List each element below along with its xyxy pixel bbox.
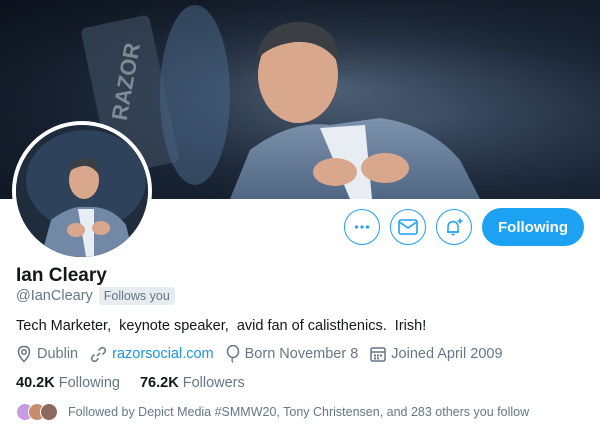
followers-count: 76.2K: [139, 375, 179, 391]
avatar-image: [16, 125, 148, 257]
link-icon: [91, 346, 107, 362]
location-item: Dublin: [16, 345, 78, 363]
website-link[interactable]: razorsocial.com: [112, 346, 214, 362]
profile-name: Ian Cleary: [16, 265, 107, 286]
balloon-icon: [226, 345, 239, 363]
website-item: razorsocial.com: [90, 346, 214, 363]
more-button[interactable]: [344, 209, 381, 245]
mutual-avatars: [16, 403, 58, 421]
follows-you-badge: Follows you: [98, 287, 175, 305]
bell-plus-icon: [447, 218, 463, 236]
more-icon: [354, 225, 370, 229]
profile-meta: Dublin razorsocial.com Born November 8 J…: [16, 345, 515, 363]
profile-actions: Following: [344, 208, 584, 246]
followers-label: Followers: [182, 375, 245, 391]
avatar[interactable]: [12, 121, 152, 261]
followers-stat[interactable]: 76.2K Followers: [140, 375, 245, 391]
following-button[interactable]: Following: [482, 208, 584, 246]
mutual-avatar: [40, 403, 58, 421]
following-count: 40.2K: [16, 375, 55, 391]
following-stat[interactable]: 40.2K Following: [16, 375, 120, 391]
message-button[interactable]: [390, 209, 427, 245]
joined-item: Joined April 2009: [370, 346, 503, 362]
location-pin-icon: [17, 345, 31, 363]
followed-by-row[interactable]: Followed by Depict Media #SMMW20, Tony C…: [16, 403, 529, 421]
location-text: Dublin: [37, 346, 79, 362]
profile-bio: Tech Marketer, keynote speaker, avid fan…: [16, 318, 427, 334]
envelope-icon: [398, 219, 418, 235]
profile-handle: @IanCleary: [16, 288, 93, 304]
profile-stats: 40.2K Following 76.2K Followers: [16, 375, 265, 391]
calendar-icon: [370, 347, 387, 362]
notifications-button[interactable]: [436, 209, 473, 245]
born-item: Born November 8: [226, 345, 359, 363]
handle-row: @IanCleary Follows you: [16, 287, 175, 305]
joined-text: Joined April 2009: [391, 346, 503, 362]
followed-by-text: Followed by Depict Media #SMMW20, Tony C…: [68, 405, 530, 419]
born-text: Born November 8: [244, 346, 359, 362]
following-label: Following: [58, 375, 120, 391]
